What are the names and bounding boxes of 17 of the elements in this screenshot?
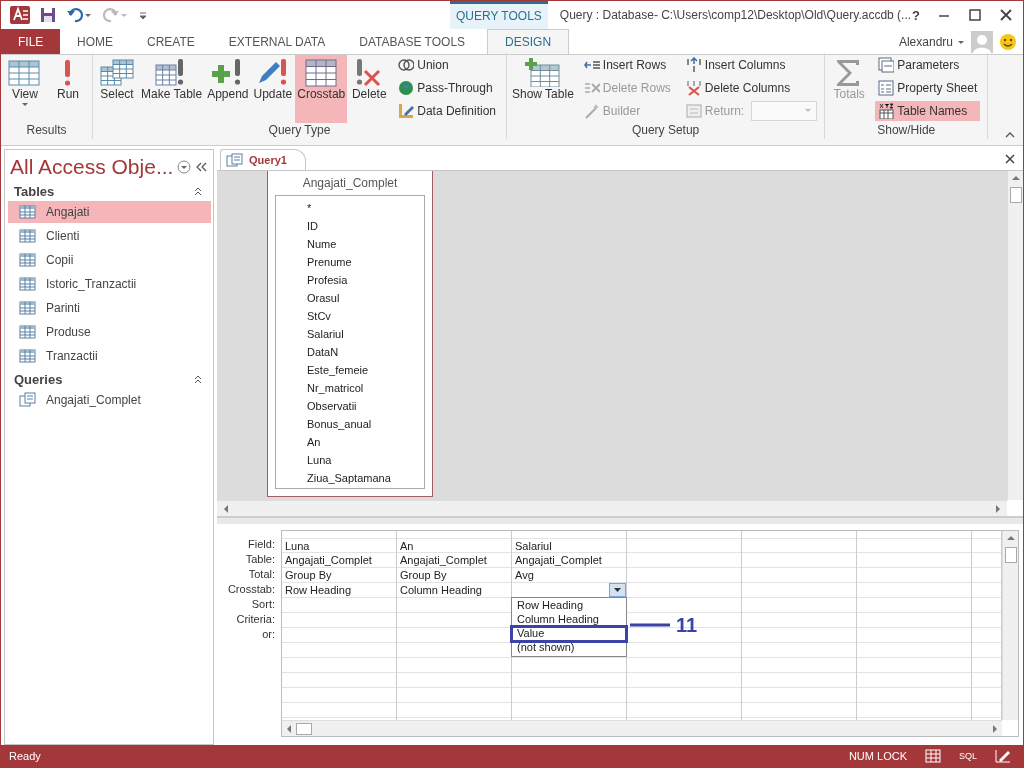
callout-number: 11 [676,618,698,632]
row-label: Crosstab: [226,582,276,597]
row-label: Criteria: [235,612,276,627]
window-title: Query : Database- C:\Users\comp12\Desktop\Old\Query.accdb (... [558,8,912,22]
row-label: Total: [247,567,276,582]
row-label: Table: [244,552,276,567]
row-label: Field: [247,537,276,552]
row-label: Sort: [250,597,276,612]
group-label: Query Setup [630,123,701,139]
field-list-title: Angajati_Complet [301,176,399,192]
contextual-tab-label: QUERY TOOLS [450,1,548,29]
status-text: Ready [9,750,41,762]
group-label: Query Type [267,123,332,139]
group-label: Show/Hide [876,123,937,139]
num-lock-indicator: NUM LOCK [848,750,907,762]
row-label: or: [261,627,276,642]
group-label: Results [25,123,68,139]
